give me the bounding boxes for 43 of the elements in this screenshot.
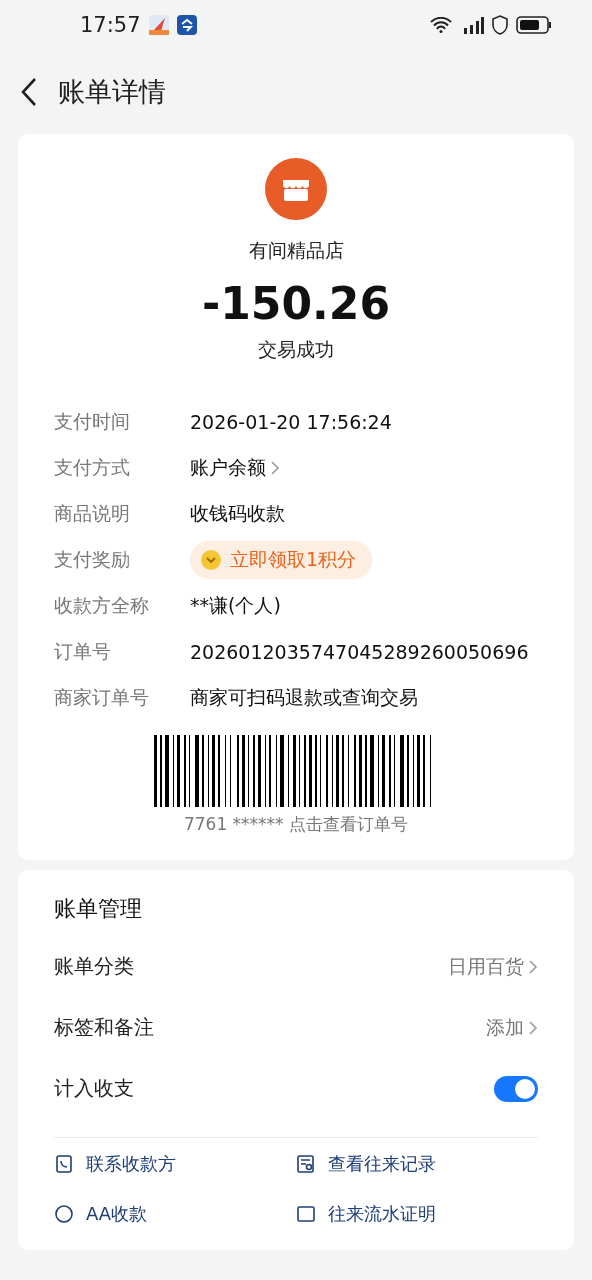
action-link[interactable]: 往来流水证明: [328, 1202, 436, 1226]
battery-icon: [516, 16, 552, 34]
detail-label: 订单号: [54, 639, 112, 664]
detail-label: 支付方式: [54, 455, 131, 480]
barcode-caption[interactable]: 7761 ****** 点击查看订单号: [183, 813, 409, 836]
detail-value: 2026012035747045289260050696: [190, 641, 529, 663]
detail-value: **谦(个人): [190, 593, 281, 618]
detail-label: 商家订单号: [54, 685, 150, 710]
action-link[interactable]: AA收款: [86, 1202, 148, 1226]
detail-value: 收钱码收款: [190, 501, 285, 526]
amount: -150.26: [201, 278, 391, 329]
detail-label: 商品说明: [54, 501, 131, 526]
back-icon[interactable]: [20, 77, 38, 107]
status-time: 17:57: [80, 13, 141, 37]
detail-label: 支付时间: [54, 409, 131, 434]
app-notification-icon: [176, 15, 197, 35]
chevron-icon: [528, 1019, 538, 1036]
shield-icon: [492, 15, 508, 35]
detail-label: 收款方全称: [54, 593, 150, 618]
setting-label: 计入收支: [54, 1075, 134, 1102]
detail-value[interactable]: 账户余额: [190, 455, 266, 481]
document-search-icon: [296, 1154, 316, 1174]
merchant-name: 有间精品店: [248, 238, 344, 263]
setting-value[interactable]: 添加: [486, 1014, 524, 1041]
action-link[interactable]: 查看往来记录: [328, 1152, 436, 1176]
transaction-status: 交易成功: [258, 337, 334, 362]
section-title: 账单管理: [54, 895, 143, 923]
chevron-icon: [270, 460, 280, 476]
shop-icon: [265, 158, 327, 220]
detail-label: 支付奖励: [54, 547, 131, 572]
phone-icon: [54, 1154, 74, 1174]
setting-label: 标签和备注: [54, 1014, 154, 1041]
toggle-switch[interactable]: [494, 1075, 538, 1102]
detail-value: 2026-01-20 17:56:24: [190, 411, 392, 433]
wifi-icon: [430, 17, 452, 33]
setting-label: 账单分类: [54, 953, 134, 980]
page-title: 账单详情: [58, 75, 166, 109]
app-notification-icon: [148, 15, 169, 35]
setting-value[interactable]: 日用百货: [448, 953, 524, 980]
chevron-icon: [528, 958, 538, 975]
detail-value: 商家可扫码退款或查询交易: [190, 685, 418, 710]
coin-icon: [200, 549, 222, 571]
action-link[interactable]: 联系收款方: [86, 1152, 176, 1176]
